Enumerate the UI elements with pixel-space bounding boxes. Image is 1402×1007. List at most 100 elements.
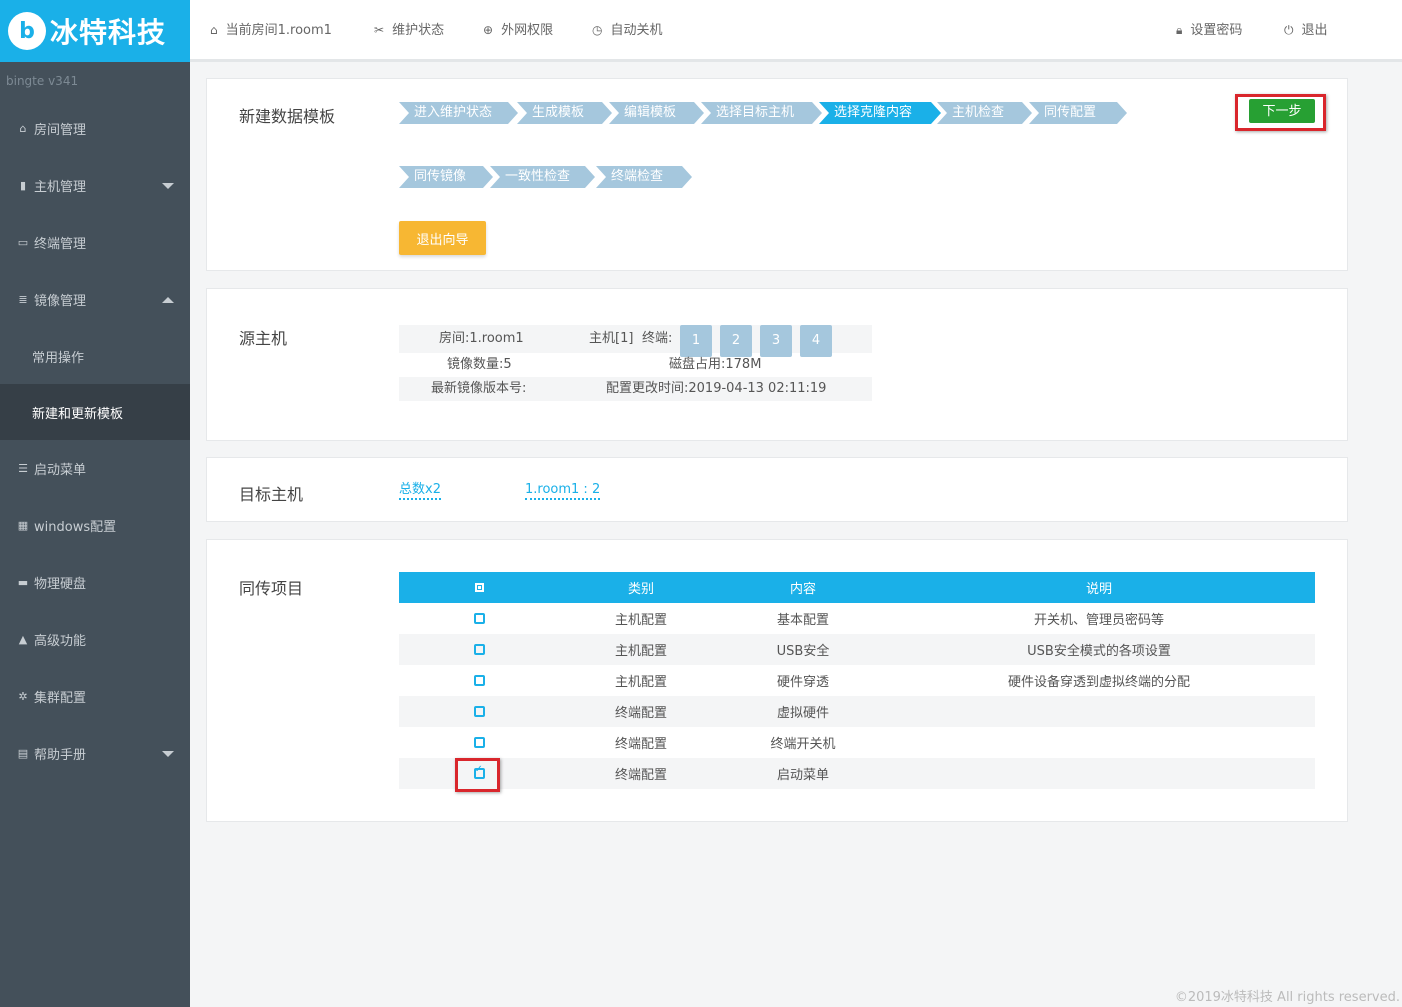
logout-link[interactable]: ⏻ 退出 — [1284, 0, 1328, 60]
description-cell: 开关机、管理员密码等 — [1033, 613, 1164, 628]
auto-shutdown-label: 自动关机 — [610, 23, 663, 38]
network-permission-link[interactable]: ⊕ 外网权限 — [483, 0, 553, 60]
sidebar-item-label: 主机管理 — [34, 180, 87, 195]
gear-icon: ✲ — [18, 690, 28, 703]
sync-items-panel: 同传项目 类别 内容 说明 主机配置 基本配置 开关机、管理员密码等 主机配置 USB安… — [206, 539, 1348, 822]
server-icon: ▮ — [19, 179, 27, 192]
checkbox[interactable] — [473, 613, 485, 624]
maintain-status-label: 维护状态 — [392, 23, 445, 38]
caret-down-icon — [162, 750, 174, 757]
table-row: 主机配置 USB安全 USB安全模式的各项设置 — [399, 634, 1315, 665]
sidebar-item-8[interactable]: ▬ 物理硬盘 — [0, 554, 190, 611]
config-time: 配置更改时间:2019-04-13 02:11:19 — [606, 381, 827, 396]
latest-version: 最新镜像版本号: — [431, 381, 527, 396]
set-password-link[interactable]: 🔒︎ 设置密码 — [1176, 0, 1242, 60]
source-row-images: 镜像数量:5 磁盘占用:178M — [399, 353, 872, 377]
tools-icon: ✂ — [374, 23, 385, 37]
content-cell: 基本配置 — [776, 613, 829, 628]
lock-icon: 🔒︎ — [1176, 23, 1183, 37]
maintain-status-link[interactable]: ✂ 维护状态 — [374, 0, 444, 60]
sidebar-item-label: 常用操作 — [32, 350, 85, 366]
database-icon: ≣ — [18, 293, 28, 306]
checkbox[interactable] — [473, 644, 485, 655]
checkbox[interactable] — [473, 737, 485, 748]
next-step-button[interactable]: 下一步 — [1249, 99, 1315, 123]
wizard-step-steps_row1-6[interactable]: 同传配置 — [1029, 102, 1127, 124]
brand-logo[interactable]: b 冰特科技 — [0, 0, 190, 62]
power-icon: ⏻ — [1284, 23, 1294, 37]
sidebar-item-3[interactable]: ≣ 镜像管理 — [0, 271, 190, 328]
header-content: 内容 — [723, 572, 883, 603]
auto-shutdown-link[interactable]: ◷ 自动关机 — [592, 0, 663, 60]
sidebar-item-2[interactable]: ▭ 终端管理 — [0, 214, 190, 271]
row-select-cell[interactable] — [399, 696, 559, 727]
checkbox-highlight — [455, 758, 500, 792]
sidebar-item-4[interactable]: 常用操作 — [0, 328, 190, 384]
room-value: 房间:1.room1 — [439, 331, 524, 346]
sidebar-item-5[interactable]: 新建和更新模板 — [0, 384, 190, 440]
target-host-panel: 目标主机 总数x2 1.room1 : 2 — [206, 457, 1348, 522]
image-count: 镜像数量:5 — [447, 357, 512, 372]
sidebar-item-label: 镜像管理 — [34, 294, 87, 309]
network-permission-label: 外网权限 — [501, 23, 554, 38]
sidebar-item-label: 高级功能 — [34, 634, 87, 649]
wizard-step-steps_row2-2[interactable]: 终端检查 — [596, 166, 692, 188]
target-total-link[interactable]: 总数x2 — [399, 482, 441, 500]
wizard-title: 新建数据模板 — [239, 107, 336, 126]
sidebar-item-1[interactable]: ▮ 主机管理 — [0, 157, 190, 214]
wizard-step-steps_row1-0[interactable]: 进入维护状态 — [399, 102, 518, 124]
logo-icon: b — [8, 12, 46, 50]
sidebar-item-11[interactable]: ▤ 帮助手册 — [0, 725, 190, 782]
sidebar-item-label: 帮助手册 — [34, 748, 87, 763]
caret-down-icon — [162, 182, 174, 189]
row-select-cell[interactable] — [399, 603, 559, 634]
row-select-cell[interactable] — [399, 634, 559, 665]
row-select-cell[interactable] — [399, 665, 559, 696]
wizard-step-steps_row1-5[interactable]: 主机检查 — [937, 102, 1032, 124]
row-select-cell[interactable] — [399, 727, 559, 758]
sync-table-body: 主机配置 基本配置 开关机、管理员密码等 主机配置 USB安全 USB安全模式的各项设置主… — [399, 603, 1315, 789]
sidebar-item-0[interactable]: ⌂ 房间管理 — [0, 100, 190, 157]
terminals-label: 终端: — [642, 331, 673, 346]
select-all-checkbox[interactable] — [474, 583, 484, 592]
sidebar-item-label: 终端管理 — [34, 237, 87, 252]
wizard-step-steps_row1-4[interactable]: 选择克隆内容 — [819, 102, 941, 124]
sidebar-item-6[interactable]: ☰ 启动菜单 — [0, 440, 190, 497]
version-label: bingte v341 — [6, 74, 79, 88]
sync-table: 类别 内容 说明 主机配置 基本配置 开关机、管理员密码等 主机配置 USB安全 USB安… — [399, 572, 1315, 789]
description-cell — [883, 696, 1315, 727]
sidebar-item-label: 新建和更新模板 — [32, 406, 124, 422]
home-icon: ⌂ — [210, 23, 218, 37]
content-cell: 启动菜单 — [723, 758, 883, 789]
target-host-title: 目标主机 — [239, 485, 304, 504]
wizard-step-steps_row1-2[interactable]: 编辑模板 — [609, 102, 704, 124]
sidebar-item-label: 集群配置 — [34, 691, 87, 706]
category-cell: 主机配置 — [559, 634, 723, 665]
sidebar-item-9[interactable]: ▲ 高级功能 — [0, 611, 190, 668]
home-icon: ⌂ — [19, 122, 27, 135]
description-cell: 硬件设备穿透到虚拟终端的分配 — [1007, 675, 1190, 690]
header-category: 类别 — [559, 572, 723, 603]
wizard-step-steps_row1-1[interactable]: 生成模板 — [517, 102, 612, 124]
wizard-step-steps_row1-3[interactable]: 选择目标主机 — [701, 102, 822, 124]
set-password-label: 设置密码 — [1190, 23, 1243, 38]
sidebar-item-10[interactable]: ✲ 集群配置 — [0, 668, 190, 725]
category-cell: 终端配置 — [559, 696, 723, 727]
sidebar-item-7[interactable]: ▦ windows配置 — [0, 497, 190, 554]
checkbox[interactable] — [473, 675, 485, 686]
description-cell: USB安全模式的各项设置 — [883, 634, 1315, 665]
wizard-step-steps_row2-0[interactable]: 同传镜像 — [399, 166, 493, 188]
checkbox[interactable] — [473, 706, 485, 717]
brand-name: 冰特科技 — [50, 16, 167, 49]
hdd-icon: ▬ — [17, 576, 29, 589]
current-room-link[interactable]: ⌂ 当前房间1.room1 — [210, 0, 332, 60]
content-cell: 虚拟硬件 — [723, 696, 883, 727]
content-cell: 终端开关机 — [770, 737, 836, 752]
exit-wizard-button[interactable]: 退出向导 — [399, 221, 486, 255]
sidebar-item-label: 房间管理 — [34, 123, 87, 138]
table-row: 终端配置启动菜单 — [399, 758, 1315, 789]
select-all-cell[interactable] — [399, 572, 559, 603]
target-room-link[interactable]: 1.room1 : 2 — [525, 482, 601, 500]
windows-icon: ▦ — [17, 519, 29, 532]
wizard-step-steps_row2-1[interactable]: 一致性检查 — [490, 166, 595, 188]
